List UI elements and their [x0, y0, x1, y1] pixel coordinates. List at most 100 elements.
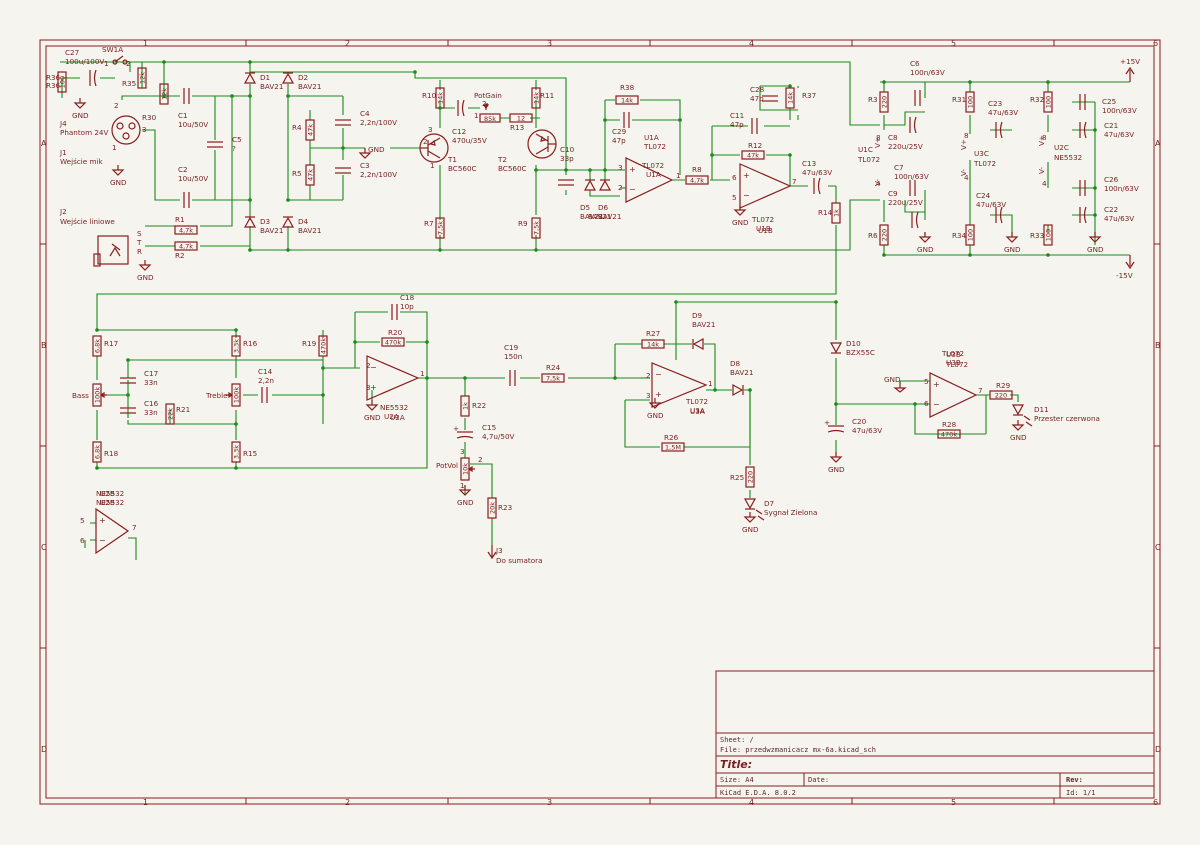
- opamp-value: TL072: [643, 142, 666, 151]
- gnd-label: GND: [732, 218, 749, 227]
- col-label: 1: [143, 39, 148, 48]
- col-label: 5: [951, 39, 956, 48]
- resistor-r18: 6,8k: [92, 441, 102, 463]
- junction-dot: [913, 402, 917, 406]
- diode-value: Przester czerwona: [1034, 414, 1100, 423]
- col-label: 3: [547, 798, 552, 807]
- resistor-ref: R9: [518, 219, 528, 228]
- resistor-ref: R36: [46, 73, 61, 82]
- resistor-ref: R30: [142, 113, 157, 122]
- pin-number: 1: [430, 161, 435, 170]
- capacitor-value: 47p: [612, 136, 626, 145]
- resistor-value: 100: [1045, 229, 1053, 241]
- resistor-ref: R16: [243, 339, 258, 348]
- junction-dot: [126, 393, 130, 397]
- pin-number: 2: [126, 59, 131, 68]
- resistor-ref: R28: [942, 420, 957, 429]
- capacitor-value: 4,7u/50V: [482, 432, 515, 441]
- capacitor-value: 10u/50V: [178, 174, 208, 183]
- junction-dot: [882, 80, 886, 84]
- junction-dot: [425, 376, 429, 380]
- vminus-label: V-: [1037, 167, 1046, 174]
- gnd-label: GND: [457, 498, 474, 507]
- junction-dot: [564, 168, 568, 172]
- junction-dot: [588, 168, 592, 172]
- transistor-ref: T2: [497, 155, 507, 164]
- junction-dot: [438, 106, 442, 110]
- resistor-r9: 7,5k: [531, 217, 541, 239]
- pin-number: 1: [474, 111, 479, 120]
- capacitor-value: 100u/100V: [65, 57, 104, 66]
- opamp-ref: U1B: [758, 226, 773, 235]
- schematic-sheet: 1 2 3 4 5 6 1 2 3 4 5 6 A B C D A B C D …: [0, 0, 1200, 845]
- resistor-ref: R38: [620, 83, 635, 92]
- junction-dot: [95, 466, 99, 470]
- capacitor-value: 33n: [144, 408, 158, 417]
- resistor-ref: R25: [730, 473, 744, 482]
- capacitor-value: 47u/63V: [802, 168, 832, 177]
- pin-number: 1: [676, 171, 681, 180]
- file-name: File: przedwzmanicacz mx-6a.kicad_sch: [720, 746, 876, 754]
- resistor-ref: R14: [818, 208, 833, 217]
- resistor-ref: R35: [122, 79, 136, 88]
- junction-dot: [438, 248, 442, 252]
- diode-ref: D8: [730, 359, 741, 368]
- capacitor-ref: C8: [888, 133, 898, 142]
- junction-dot: [463, 376, 467, 380]
- capacitor-value: 33p: [560, 154, 574, 163]
- diode-ref: D11: [1034, 405, 1049, 414]
- junction-dot: [1046, 80, 1050, 84]
- capacitor-ref: C17: [144, 369, 158, 378]
- junction-dot: [162, 94, 166, 98]
- gnd-label: GND: [917, 245, 934, 254]
- capacitor-ref: C5: [232, 135, 242, 144]
- capacitor-value: 220u/25V: [888, 198, 923, 207]
- connector-ref: J2: [59, 207, 67, 216]
- pin-number: 3: [646, 391, 651, 400]
- connector-value: Phantom 24V: [60, 128, 108, 137]
- resistor-value: 14k: [787, 92, 795, 104]
- opamp-value: NE5532: [1054, 153, 1082, 162]
- resistor-value: 47k: [307, 124, 315, 136]
- junction-dot: [788, 153, 792, 157]
- resistor-value: 12k: [139, 72, 147, 84]
- junction-dot: [1093, 128, 1097, 132]
- opamp-value: TL072: [945, 360, 968, 369]
- resistor-value: 220: [995, 392, 1007, 400]
- resistor-ref: R4: [292, 123, 302, 132]
- pin-letter: S: [137, 229, 142, 238]
- opamp-pin-sign: −: [933, 400, 940, 409]
- diode-value: BAV21: [260, 226, 283, 235]
- opamp-pin-sign: −: [370, 363, 377, 372]
- resistor-r20: 470k: [381, 337, 405, 347]
- resistor-r15: 3,3k: [231, 441, 241, 463]
- tool-label: KiCad E.D.A. 8.0.2: [720, 789, 796, 797]
- resistor-value: 20k: [489, 502, 497, 514]
- resistor-ref: R5: [292, 169, 302, 178]
- diode-value: BAV21: [260, 82, 283, 91]
- gnd-label: GND: [137, 273, 154, 282]
- capacitor-value: 220u/25V: [888, 142, 923, 151]
- resistor-value: 3,3k: [233, 445, 241, 459]
- resistor-ref: R32: [1030, 95, 1044, 104]
- opamp-pin-sign: −: [629, 185, 636, 194]
- resistor-value: 7,5k: [437, 221, 445, 235]
- junction-dot: [162, 60, 166, 64]
- pin-number: 5: [924, 377, 929, 386]
- title-label: Title:: [720, 758, 752, 771]
- resistor-value: 100: [1045, 96, 1053, 108]
- resistor-value: 4,7k: [179, 243, 193, 251]
- pin-number: 7: [132, 523, 137, 532]
- col-label: 3: [547, 39, 552, 48]
- diode-ref: D9: [692, 311, 703, 320]
- capacitor-ref: C1: [178, 111, 188, 120]
- capacitor-value: 47u/63V: [988, 108, 1018, 117]
- resistor-value: 14k: [621, 97, 633, 105]
- col-label: 2: [345, 798, 350, 807]
- pin-number: 5: [732, 193, 737, 202]
- resistor-value: 100: [967, 229, 975, 241]
- resistor-ref: R7: [424, 219, 434, 228]
- gnd-label: GND: [828, 465, 845, 474]
- pin-number: 7: [978, 386, 983, 395]
- resistor-ref: R6: [868, 231, 878, 240]
